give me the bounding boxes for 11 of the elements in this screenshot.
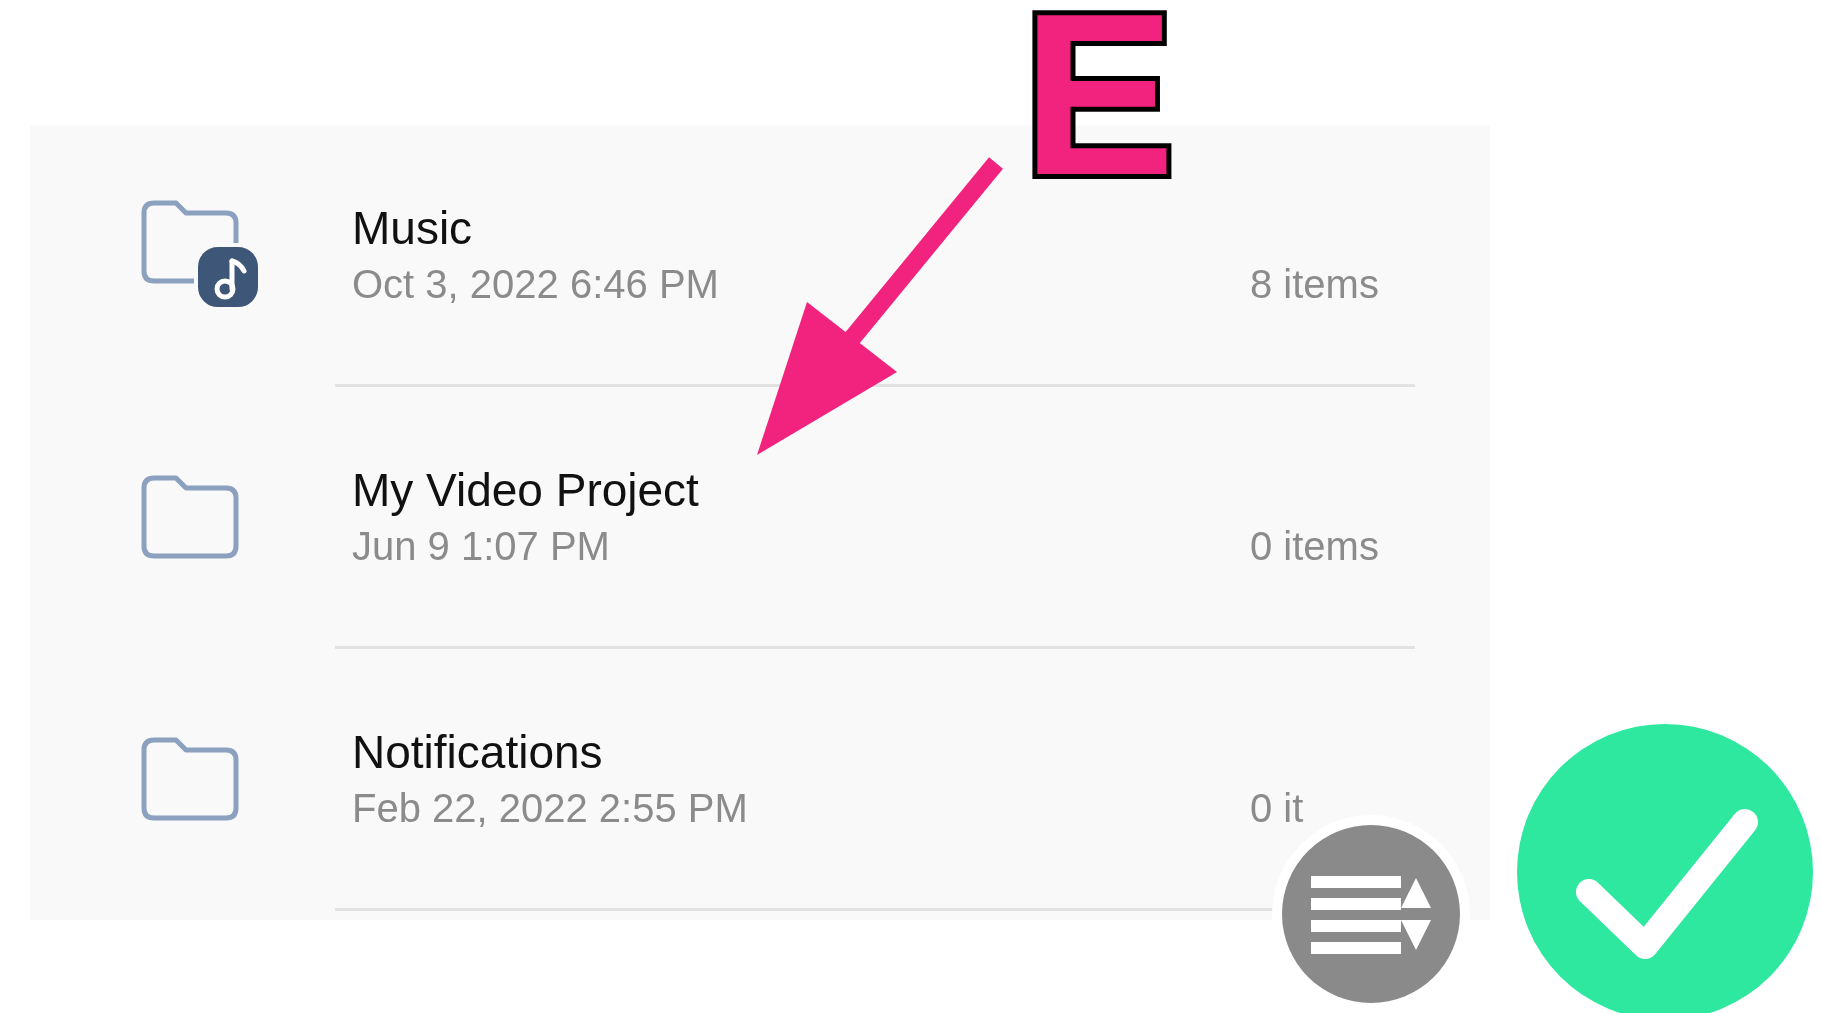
folder-name[interactable]: My Video Project bbox=[352, 460, 1250, 521]
folder-icon bbox=[140, 735, 240, 822]
folder-icon bbox=[140, 473, 240, 560]
item-count: 8 items bbox=[1250, 261, 1380, 309]
item-count: 0 items bbox=[1250, 523, 1380, 571]
folder-date: Jun 9 1:07 PM bbox=[352, 523, 611, 571]
folder-name[interactable]: Notifications bbox=[352, 722, 1250, 783]
sort-icon bbox=[1311, 874, 1431, 954]
item-count: 0 it bbox=[1250, 785, 1305, 833]
folder-date: Oct 3, 2022 6:46 PM bbox=[352, 261, 720, 309]
folder-date: Feb 22, 2022 2:55 PM bbox=[352, 785, 749, 833]
